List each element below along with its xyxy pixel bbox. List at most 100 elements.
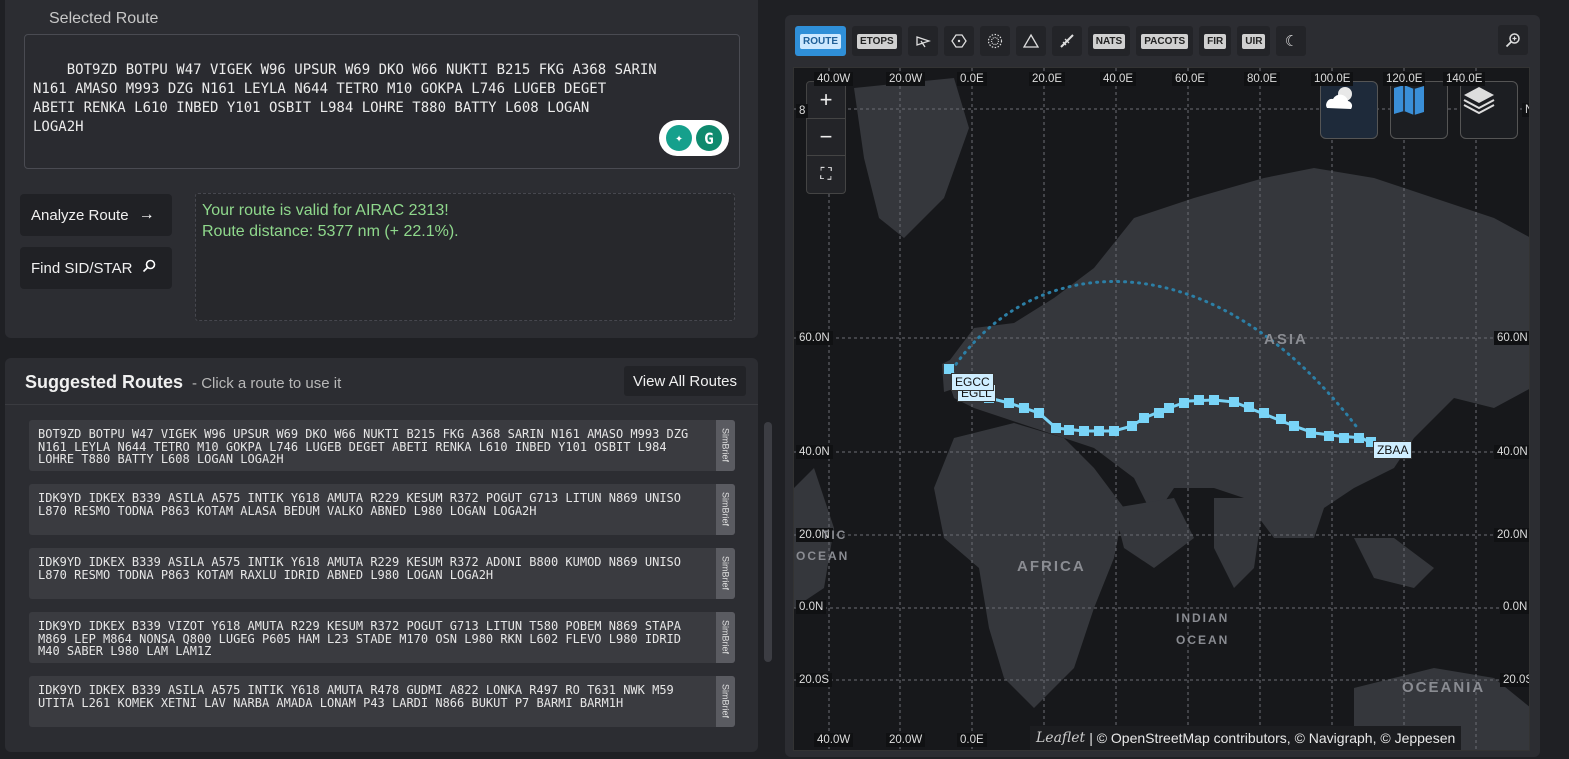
leaflet-logo[interactable]: Leaflet [1036, 730, 1085, 746]
view-all-routes-button[interactable]: View All Routes [624, 366, 746, 396]
cloud-sun-icon [1326, 87, 1353, 109]
dark-mode-icon[interactable]: ☾ [1276, 26, 1307, 56]
simbrief-button[interactable]: SimBrief [716, 548, 735, 599]
nats-toggle[interactable]: NATS [1087, 26, 1131, 56]
suggested-route-item[interactable]: IDK9YD IDKEX B339 VIZOT Y618 AMUTA R229 … [29, 612, 735, 663]
grammarly-widget[interactable]: ✦ G [659, 120, 729, 156]
grammarly-g-icon[interactable]: G [696, 125, 722, 151]
lat-label: 20.0S [796, 673, 833, 687]
map-style-button[interactable] [1390, 81, 1448, 139]
route-toggle-label: ROUTE [800, 33, 841, 49]
weather-layer-button[interactable] [1320, 81, 1378, 139]
suggested-route-text: IDK9YD IDKEX B339 ASILA A575 INTIK Y618 … [38, 683, 674, 710]
analyze-route-button[interactable]: Analyze Route → [20, 194, 172, 236]
airport-label-egcc[interactable]: EGCC [951, 373, 994, 391]
arrow-right-icon: → [138, 206, 155, 223]
map-canvas [794, 68, 1529, 750]
search-icon [142, 259, 156, 278]
etops-toggle-label: ETOPS [857, 33, 897, 49]
route-map[interactable]: + − ⛶ 40.0W 20.0W 0.0E 20.0E 40.0E 60.0E… [793, 67, 1530, 751]
fir-toggle-label: FIR [1204, 33, 1227, 49]
lon-label: 0.0E [957, 733, 987, 747]
indian-ocean-label: OCEAN [1176, 633, 1230, 647]
lon-label: 20.0E [1029, 72, 1066, 86]
ocean-label-partial: TIC [822, 528, 848, 542]
map-toolbar: ROUTE ETOPS NATS PACOTS FIR UIR ☾ [795, 25, 1307, 57]
simbrief-button[interactable]: SimBrief [716, 420, 735, 471]
selected-route-title: Selected Route [49, 10, 159, 27]
suggested-routes-title: Suggested Routes - Click a route to use … [25, 372, 341, 393]
route-distance: Route distance: 5377 nm (+ 22.1%). [202, 223, 459, 240]
pacots-toggle[interactable]: PACOTS [1136, 26, 1194, 56]
suggested-route-text: IDK9YD IDKEX B339 ASILA A575 INTIK Y618 … [38, 555, 681, 582]
lat-label: 20.0S [1500, 673, 1529, 687]
lon-label: 20.0W [886, 72, 926, 86]
airways-icon[interactable] [907, 26, 938, 56]
simbrief-button[interactable]: SimBrief [716, 676, 735, 727]
suggested-routes-heading: Suggested Routes [25, 372, 184, 392]
nats-toggle-label: NATS [1092, 33, 1126, 49]
lon-label: 40.0W [814, 72, 854, 86]
simbrief-label: SimBrief [720, 684, 731, 719]
simbrief-label: SimBrief [720, 620, 731, 655]
route-input[interactable]: BOT9ZD BOTPU W47 VIGEK W96 UPSUR W69 DKO… [24, 34, 740, 169]
simbrief-button[interactable]: SimBrief [716, 484, 735, 535]
validation-message: Your route is valid for AIRAC 2313! [202, 202, 449, 219]
oceania-label: OCEANIA [1402, 679, 1486, 696]
suggested-routes-panel: Suggested Routes - Click a route to use … [5, 358, 758, 752]
lon-label: 120.0E [1383, 72, 1426, 86]
divider [5, 404, 758, 405]
map-attribution: Leaflet | © OpenStreetMap contributors, … [1030, 726, 1462, 750]
route-toggle[interactable]: ROUTE [795, 26, 846, 56]
find-sid-star-button[interactable]: Find SID/STAR [20, 247, 172, 289]
simbrief-button[interactable]: SimBrief [716, 612, 735, 663]
zoom-control: + − ⛶ [806, 81, 846, 194]
zoom-out-button[interactable]: − [807, 119, 845, 156]
etops-toggle[interactable]: ETOPS [852, 26, 902, 56]
suggested-route-item[interactable]: IDK9YD IDKEX B339 ASILA A575 INTIK Y618 … [29, 484, 735, 535]
suggested-route-text: IDK9YD IDKEX B339 VIZOT Y618 AMUTA R229 … [38, 619, 681, 658]
fullscreen-icon[interactable]: ⛶ [807, 156, 845, 193]
lat-label-partial: 8 [796, 104, 809, 118]
airport-icon[interactable] [1051, 26, 1082, 56]
lon-label: 80.0E [1244, 72, 1281, 86]
suggested-route-item[interactable]: IDK9YD IDKEX B339 ASILA A575 INTIK Y618 … [29, 548, 735, 599]
route-input-text: BOT9ZD BOTPU W47 VIGEK W96 UPSUR W69 DKO… [33, 62, 657, 135]
lat-label: 40.0N [1494, 445, 1529, 459]
simbrief-label: SimBrief [720, 492, 731, 527]
lon-label: 0.0E [957, 72, 987, 86]
suggested-routes-scrollbar[interactable] [764, 422, 772, 662]
simbrief-label: SimBrief [720, 556, 731, 591]
lat-label: 0.0N [1500, 600, 1529, 614]
grammarly-bulb-icon[interactable]: ✦ [666, 125, 692, 151]
zoom-in-button[interactable]: + [807, 82, 845, 119]
lon-label: 40.0E [1100, 72, 1137, 86]
analyze-route-label: Analyze Route [31, 206, 129, 224]
uir-toggle-label: UIR [1242, 33, 1266, 49]
lon-label: 20.0W [886, 733, 926, 747]
uir-toggle[interactable]: UIR [1237, 26, 1271, 56]
lat-label: 0.0N [796, 600, 827, 614]
fir-toggle[interactable]: FIR [1199, 26, 1232, 56]
asia-label: ASIA [1264, 331, 1308, 348]
find-sid-star-label: Find SID/STAR [31, 259, 133, 277]
airport-label-zbaa[interactable]: ZBAA [1373, 441, 1413, 459]
pacots-toggle-label: PACOTS [1141, 33, 1189, 49]
vor-icon[interactable] [943, 26, 974, 56]
lat-label: 40.0N [796, 445, 833, 459]
indian-ocean-label: INDIAN [1176, 611, 1230, 625]
ndb-icon[interactable] [979, 26, 1010, 56]
waypoint-icon[interactable] [1015, 26, 1046, 56]
suggested-route-item[interactable]: IDK9YD IDKEX B339 ASILA A575 INTIK Y618 … [29, 676, 735, 727]
suggested-route-text: BOT9ZD BOTPU W47 VIGEK W96 UPSUR W69 DKO… [38, 427, 689, 466]
suggested-routes-subtitle: - Click a route to use it [192, 375, 342, 392]
lat-label: 60.0N [796, 331, 833, 345]
route-validation-box: Your route is valid for AIRAC 2313! Rout… [195, 193, 735, 321]
lat-label: 20.0N [1494, 528, 1529, 542]
suggested-route-item[interactable]: BOT9ZD BOTPU W47 VIGEK W96 UPSUR W69 DKO… [29, 420, 735, 471]
zoom-search-icon[interactable] [1498, 25, 1528, 55]
simbrief-label: SimBrief [720, 428, 731, 463]
map-icon [1394, 85, 1424, 115]
layers-button[interactable] [1460, 81, 1518, 139]
lon-label: 60.0E [1172, 72, 1209, 86]
